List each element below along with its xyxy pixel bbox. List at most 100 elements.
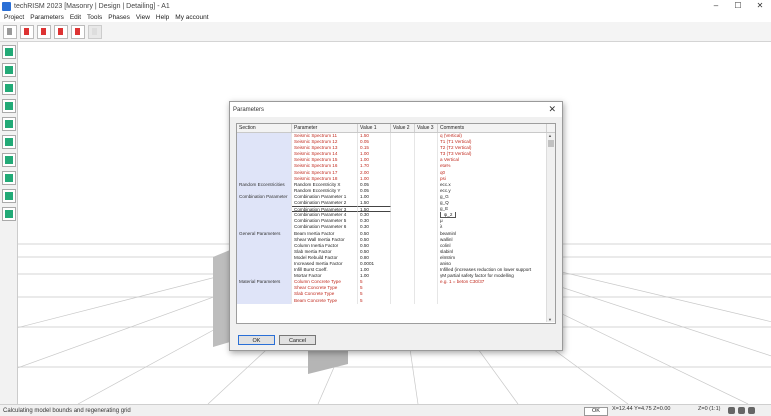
- row-value-1-cell-text: 1.00: [360, 175, 369, 181]
- menu-edit[interactable]: Edit: [70, 14, 81, 21]
- row-value-2-cell[interactable]: [391, 297, 415, 304]
- row-value-1-cell-text: 0.05: [360, 139, 369, 145]
- chart-tool-button[interactable]: [2, 45, 16, 59]
- wall-tool-button[interactable]: [2, 189, 16, 203]
- checkmark-icon: [5, 84, 13, 92]
- printer-icon: [5, 138, 13, 146]
- row-section-cell-text: Combination Parameter: [239, 193, 288, 199]
- chart-icon: [5, 48, 13, 56]
- column-header-value-3[interactable]: Value 3: [415, 124, 438, 132]
- row-comment-cell-text: ecc.x: [440, 181, 451, 187]
- open-file-button[interactable]: [20, 24, 34, 39]
- table-row[interactable]: Beam Concrete Type 5: [237, 297, 547, 304]
- row-value-1-cell-text: 5: [360, 297, 363, 303]
- beam-tool-button[interactable]: [2, 171, 16, 185]
- row-value-1-cell-text: 0.50: [360, 248, 369, 254]
- menu-project[interactable]: Project: [4, 14, 24, 21]
- menu-bar: Project Parameters Edit Tools Phases Vie…: [0, 12, 771, 22]
- dialog-close-button[interactable]: ✕: [548, 103, 556, 115]
- row-parameter-cell-text: Seismic Spectrum 16: [294, 163, 338, 169]
- row-value-1-cell-text: 1.70: [360, 163, 369, 169]
- row-value-1-cell-text: 5: [360, 285, 363, 291]
- row-value-1-cell-text: 2.00: [360, 169, 369, 175]
- snap-icon[interactable]: [728, 407, 735, 414]
- save-file-button[interactable]: [37, 24, 51, 39]
- row-parameter-cell-text: Shear Wall Inertia Factor: [294, 236, 345, 242]
- row-value-1-cell-text: 0.30: [360, 224, 369, 230]
- window-titlebar: techRISM 2023 [Masonry | Design | Detail…: [0, 0, 771, 12]
- menu-my-account[interactable]: My account: [175, 14, 208, 21]
- menu-parameters[interactable]: Parameters: [30, 14, 64, 21]
- sigma-icon: [5, 66, 13, 74]
- row-comment-cell-text: q (Vertical): [440, 133, 462, 138]
- row-parameter-cell-text: Shear Concrete Type: [294, 285, 338, 291]
- row-value-1-cell-text: 0.80: [360, 254, 369, 260]
- check-tool-button[interactable]: [2, 81, 16, 95]
- cursor-coordinates: X=12.44 Y=4.75 Z=0.00: [612, 406, 671, 412]
- row-parameter-cell-text: Slab Inertia Factor: [294, 248, 332, 254]
- new-file-button[interactable]: [3, 24, 17, 39]
- status-icons: [728, 407, 758, 414]
- row-comment-cell-text: slabinl: [440, 248, 454, 254]
- row-comment-cell-text: γM partial safety factor for modelling: [440, 273, 514, 279]
- grid-rows: Seismic Spectrum 11 1.50 q (Vertical) Seism…: [237, 133, 547, 304]
- grid-icon: [5, 210, 13, 218]
- print-tool-button[interactable]: [2, 135, 16, 149]
- row-value-1-cell-text: 1.00: [360, 193, 369, 199]
- row-comment-cell-text: T3 (T3 Vertical): [440, 151, 472, 157]
- row-value-3-cell[interactable]: [415, 297, 438, 304]
- delete-button[interactable]: [71, 24, 85, 39]
- main-toolbar: [0, 22, 771, 42]
- menu-view[interactable]: View: [136, 14, 150, 21]
- row-value-1-cell-text: 0.30: [360, 218, 369, 224]
- row-comment-cell-text: a Vertical: [440, 157, 459, 163]
- row-section-cell-text: Material Parameters: [239, 279, 281, 285]
- grid-vertical-scrollbar[interactable]: ▲ ▼: [546, 133, 555, 322]
- row-comment-cell[interactable]: [438, 297, 547, 304]
- column-header-value-1[interactable]: Value 1: [358, 124, 391, 132]
- row-comment-cell-text: g_G: [440, 193, 449, 199]
- grid-toggle-icon[interactable]: [748, 407, 755, 414]
- row-parameter-cell-text: Seismic Spectrum 14: [294, 151, 338, 157]
- grid-tool-button[interactable]: [2, 207, 16, 221]
- export-button[interactable]: [54, 24, 68, 39]
- list-tool-button[interactable]: [2, 99, 16, 113]
- maximize-button[interactable]: ☐: [727, 0, 749, 12]
- row-parameter-cell-text: Combination Parameter 1: [294, 193, 347, 199]
- minimize-button[interactable]: –: [705, 0, 727, 12]
- open-file-icon: [24, 27, 29, 35]
- scroll-thumb[interactable]: [548, 140, 554, 147]
- menu-tools[interactable]: Tools: [87, 14, 102, 21]
- row-comment-cell-text: eta%: [440, 163, 451, 169]
- column-header-section[interactable]: Section: [237, 124, 292, 132]
- status-bar: Calculating model bounds and regeneratin…: [0, 404, 771, 416]
- disabled-tool-button[interactable]: [88, 24, 102, 39]
- row-comment-cell-text: colinl: [440, 242, 451, 248]
- row-parameter-cell-text: Column Concrete Type: [294, 279, 341, 285]
- menu-phases[interactable]: Phases: [108, 14, 130, 21]
- ok-button[interactable]: OK: [238, 335, 275, 345]
- row-comment-cell-text: ecc.y: [440, 187, 451, 193]
- row-parameter-cell-text: Beam Concrete Type: [294, 297, 338, 303]
- column-header-comments[interactable]: Comments: [438, 124, 547, 132]
- link-tool-button[interactable]: [2, 117, 16, 131]
- close-window-button[interactable]: ✕: [749, 0, 771, 12]
- row-value-1-cell-text: 0.0001: [360, 260, 375, 266]
- scroll-down-icon[interactable]: ▼: [548, 317, 552, 322]
- cancel-button[interactable]: Cancel: [279, 335, 316, 345]
- row-parameter-cell-text: Seismic Spectrum 11: [294, 133, 338, 138]
- row-parameter-cell-text: Slab Concrete Type: [294, 291, 335, 297]
- row-parameter-cell-text: Seismic Spectrum 15: [294, 157, 338, 163]
- layer-tool-button[interactable]: [2, 153, 16, 167]
- ortho-icon[interactable]: [738, 407, 745, 414]
- row-value-1-cell-text: 1.00: [360, 273, 369, 279]
- menu-help[interactable]: Help: [156, 14, 169, 21]
- row-parameter-cell-text: Random Eccentricity X: [294, 181, 341, 187]
- scroll-up-icon[interactable]: ▲: [548, 133, 552, 138]
- sum-tool-button[interactable]: [2, 63, 16, 77]
- column-header-parameter[interactable]: Parameter: [292, 124, 358, 132]
- row-section-cell-text: General Parameters: [239, 230, 281, 236]
- row-value-1-cell[interactable]: 5: [358, 297, 391, 304]
- column-header-value-2[interactable]: Value 2: [391, 124, 415, 132]
- row-parameter-cell-text: Increased Inertia Factor: [294, 260, 343, 266]
